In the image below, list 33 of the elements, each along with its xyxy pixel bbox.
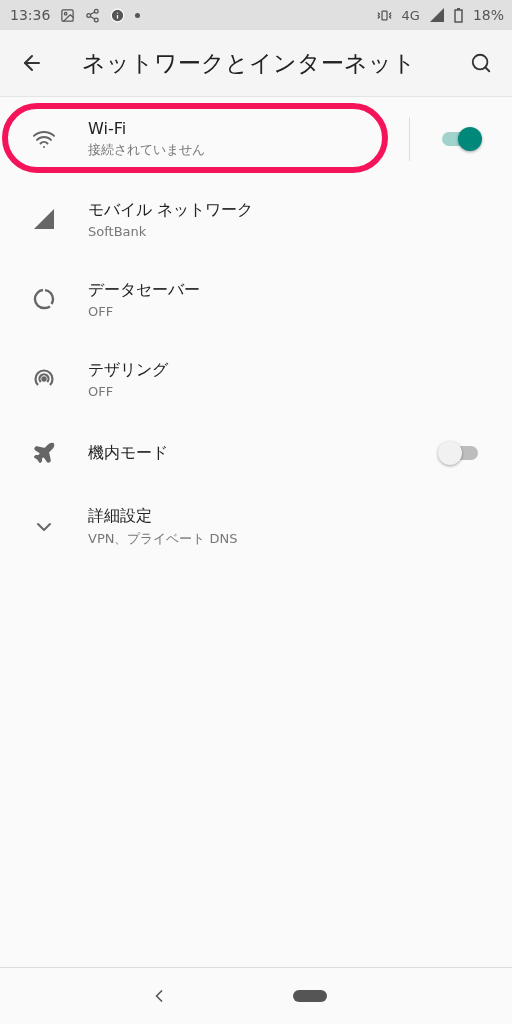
settings-item[interactable]: データセーバー OFF <box>0 259 512 339</box>
item-title: 詳細設定 <box>88 506 152 527</box>
signal-icon <box>429 8 444 22</box>
item-title: Wi-Fi <box>88 119 127 138</box>
battery-percent: 18% <box>472 7 504 23</box>
signal-icon <box>32 207 56 231</box>
home-button[interactable] <box>293 990 327 1002</box>
settings-item[interactable]: テザリング OFF <box>0 339 512 419</box>
dot-icon <box>135 12 141 18</box>
item-subtitle: OFF <box>88 383 114 399</box>
item-subtitle: VPN、プライベート DNS <box>88 530 238 548</box>
info-icon <box>110 7 126 23</box>
item-title: 機内モード <box>88 442 168 464</box>
item-title: モバイル ネットワーク <box>88 199 254 221</box>
airplane-icon <box>32 441 56 465</box>
item-subtitle: OFF <box>88 303 114 319</box>
page-title: ネットワークとインターネット <box>82 48 417 78</box>
share-icon <box>85 7 101 23</box>
battery-icon <box>453 7 463 23</box>
item-title: データセーバー <box>88 279 200 301</box>
image-icon <box>60 7 76 23</box>
status-time: 13:36 <box>10 7 51 23</box>
item-subtitle: SoftBank <box>88 223 147 239</box>
settings-item[interactable]: 詳細設定 VPN、プライベート DNS <box>0 487 512 567</box>
data-saver-icon <box>32 287 56 311</box>
network-type: 4G <box>401 7 420 23</box>
item-title: テザリング <box>88 359 168 381</box>
search-icon <box>470 52 492 74</box>
vibrate-icon <box>376 7 392 23</box>
settings-item[interactable]: Wi-Fi 接続されていません <box>0 99 512 179</box>
item-subtitle: 接続されていません <box>88 141 205 159</box>
settings-item[interactable]: 機内モード <box>0 419 512 487</box>
settings-item[interactable]: モバイル ネットワーク SoftBank <box>0 179 512 259</box>
